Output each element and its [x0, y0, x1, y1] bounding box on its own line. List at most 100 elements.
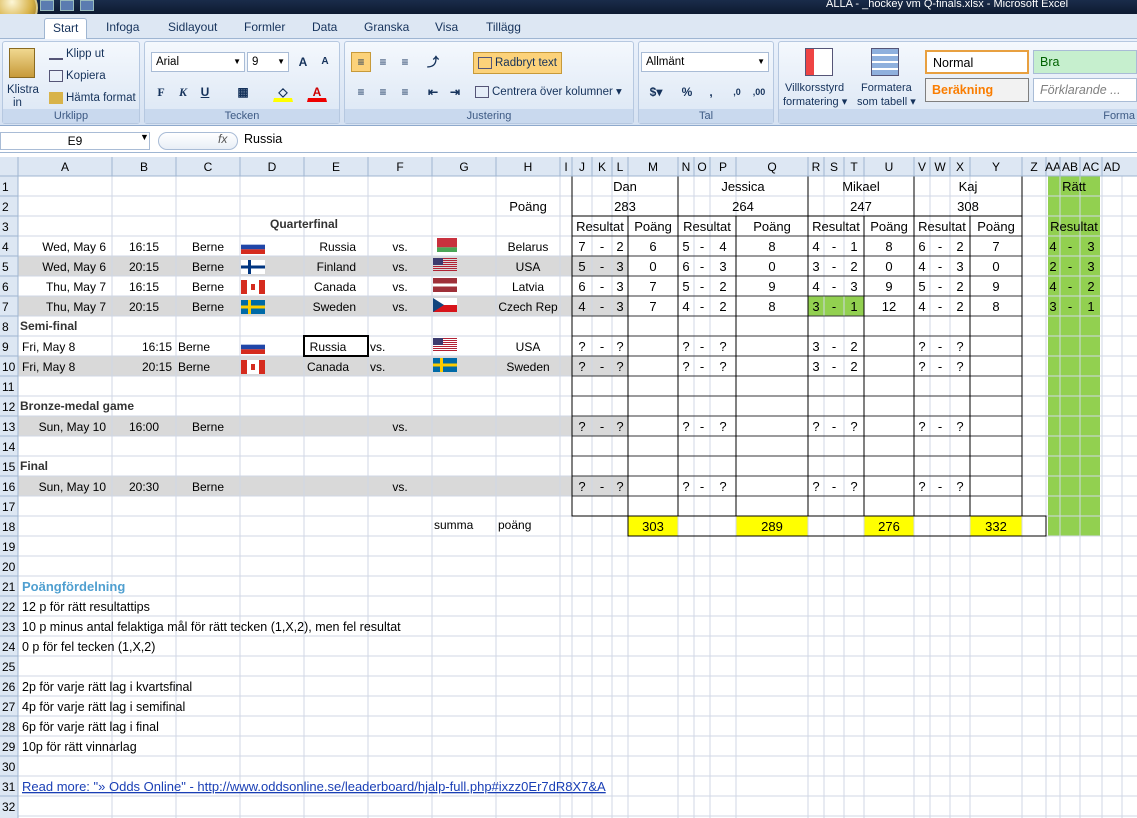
row-header-1[interactable]: 1 [2, 180, 9, 194]
formula-input[interactable]: Russia [244, 132, 282, 146]
font-color-icon[interactable]: A [307, 82, 327, 102]
row-header-29[interactable]: 29 [2, 740, 16, 754]
style-normal[interactable]: Normal [925, 50, 1029, 74]
column-header-y[interactable]: Y [992, 160, 1000, 174]
column-header-o[interactable]: O [697, 160, 706, 174]
row-header-25[interactable]: 25 [2, 660, 16, 674]
column-header-z[interactable]: Z [1030, 160, 1037, 174]
align-top-icon[interactable]: ≡ [351, 52, 371, 72]
tab-granska[interactable]: Granska [356, 18, 417, 38]
row-header-4[interactable]: 4 [2, 240, 9, 254]
column-header-e[interactable]: E [332, 160, 340, 174]
column-header-i[interactable]: I [564, 160, 567, 174]
column-header-n[interactable]: N [682, 160, 691, 174]
row-header-28[interactable]: 28 [2, 720, 16, 734]
column-header-x[interactable]: X [956, 160, 964, 174]
paste-button[interactable]: Klistra [7, 82, 39, 98]
column-header-v[interactable]: V [918, 160, 926, 174]
column-header-k[interactable]: K [598, 160, 606, 174]
column-header-u[interactable]: U [885, 160, 894, 174]
decrease-decimal-icon[interactable]: ,00 [749, 82, 769, 102]
shrink-font-icon[interactable]: A [315, 52, 335, 72]
column-header-r[interactable]: R [812, 160, 821, 174]
row-header-21[interactable]: 21 [2, 580, 16, 594]
row-header-16[interactable]: 16 [2, 480, 16, 494]
column-header-h[interactable]: H [524, 160, 533, 174]
row-header-26[interactable]: 26 [2, 680, 16, 694]
row-header-10[interactable]: 10 [2, 360, 16, 374]
worksheet[interactable]: A B C D E F G H I J K L M N O P Q R S T U V W X Y Z AA AB AC AD 1 2 3 4 5 6… [0, 157, 1137, 818]
row-header-5[interactable]: 5 [2, 260, 9, 274]
column-header-g[interactable]: G [459, 160, 468, 174]
column-header-q[interactable]: Q [767, 160, 776, 174]
row-header-31[interactable]: 31 [2, 780, 16, 794]
row-header-9[interactable]: 9 [2, 340, 9, 354]
row-header-18[interactable]: 18 [2, 520, 16, 534]
row-header-11[interactable]: 11 [2, 380, 15, 394]
conditional-format-button-line2[interactable]: formatering ▾ [783, 94, 847, 110]
tab-sidlayout[interactable]: Sidlayout [160, 18, 225, 38]
column-header-l[interactable]: L [617, 160, 624, 174]
align-bottom-icon[interactable]: ≡ [395, 52, 415, 72]
paste-icon[interactable] [9, 48, 35, 78]
border-icon[interactable]: ▦ [233, 82, 253, 102]
fill-color-icon[interactable]: ◇ [273, 82, 293, 102]
row-header-19[interactable]: 19 [2, 540, 16, 554]
font-name-select[interactable]: Arial ▼ [151, 52, 245, 72]
row-header-7[interactable]: 7 [2, 300, 9, 314]
wrap-text-button[interactable]: Radbryt text [473, 52, 562, 74]
column-header-s[interactable]: S [830, 160, 838, 174]
column-header-b[interactable]: B [140, 160, 148, 174]
name-box-dropdown-icon[interactable]: ▼ [140, 132, 149, 142]
row-header-22[interactable]: 22 [2, 600, 16, 614]
format-table-icon[interactable] [871, 48, 899, 76]
row-header-2[interactable]: 2 [2, 200, 9, 214]
column-header-f[interactable]: F [396, 160, 403, 174]
format-painter-button[interactable]: Hämta format [49, 90, 136, 106]
worksheet-grid[interactable]: A B C D E F G H I J K L M N O P Q R S T U V W X Y Z AA AB AC AD123456… [0, 157, 1137, 818]
row-header-3[interactable]: 3 [2, 220, 9, 234]
tab-formler[interactable]: Formler [236, 18, 293, 38]
row-header-23[interactable]: 23 [2, 620, 16, 634]
align-center-icon[interactable]: ≡ [373, 82, 393, 102]
column-header-a[interactable]: A [61, 160, 69, 174]
column-header-ac[interactable]: AC [1083, 160, 1100, 174]
name-box[interactable]: E9 [0, 132, 150, 150]
align-right-icon[interactable]: ≡ [395, 82, 415, 102]
copy-button[interactable]: Kopiera [49, 68, 106, 84]
tab-infoga[interactable]: Infoga [98, 18, 147, 38]
row-header-8[interactable]: 8 [2, 320, 9, 334]
format-table-button-line2[interactable]: som tabell ▾ [857, 94, 916, 110]
currency-icon[interactable]: $▾ [643, 82, 669, 102]
number-format-select[interactable]: Allmänt ▼ [641, 52, 769, 72]
row-header-12[interactable]: 12 [2, 400, 16, 414]
row-header-24[interactable]: 24 [2, 640, 16, 654]
row-header-17[interactable]: 17 [2, 500, 16, 514]
read-more-link[interactable]: Read more: "» Odds Online" - http://www.… [22, 779, 606, 794]
insert-function-icon[interactable]: fx [218, 132, 227, 146]
row-header-30[interactable]: 30 [2, 760, 16, 774]
save-icon[interactable] [40, 0, 54, 11]
align-middle-icon[interactable]: ≡ [373, 52, 393, 72]
tab-start[interactable]: Start [44, 18, 88, 40]
cut-button[interactable]: Klipp ut [49, 46, 104, 62]
row-header-13[interactable]: 13 [2, 420, 16, 434]
column-header-aa[interactable]: AA [1045, 160, 1061, 174]
percent-button[interactable]: % [677, 82, 697, 102]
tab-tillgg[interactable]: Tillägg [478, 18, 529, 38]
orientation-icon[interactable]: ⤴ [423, 52, 443, 72]
style-good[interactable]: Bra [1033, 50, 1137, 74]
row-header-14[interactable]: 14 [2, 440, 16, 454]
column-header-p[interactable]: P [719, 160, 727, 174]
column-header-t[interactable]: T [850, 160, 858, 174]
column-header-m[interactable]: M [648, 160, 658, 174]
column-header-ad[interactable]: AD [1104, 160, 1121, 174]
column-header-ab[interactable]: AB [1062, 160, 1078, 174]
tab-visa[interactable]: Visa [427, 18, 466, 38]
style-calculation[interactable]: Beräkning [925, 78, 1029, 102]
tab-data[interactable]: Data [304, 18, 345, 38]
redo-icon[interactable] [80, 0, 94, 11]
merge-center-button[interactable]: Centrera över kolumner ▾ [475, 84, 622, 100]
column-header-j[interactable]: J [579, 160, 585, 174]
undo-icon[interactable] [60, 0, 74, 11]
